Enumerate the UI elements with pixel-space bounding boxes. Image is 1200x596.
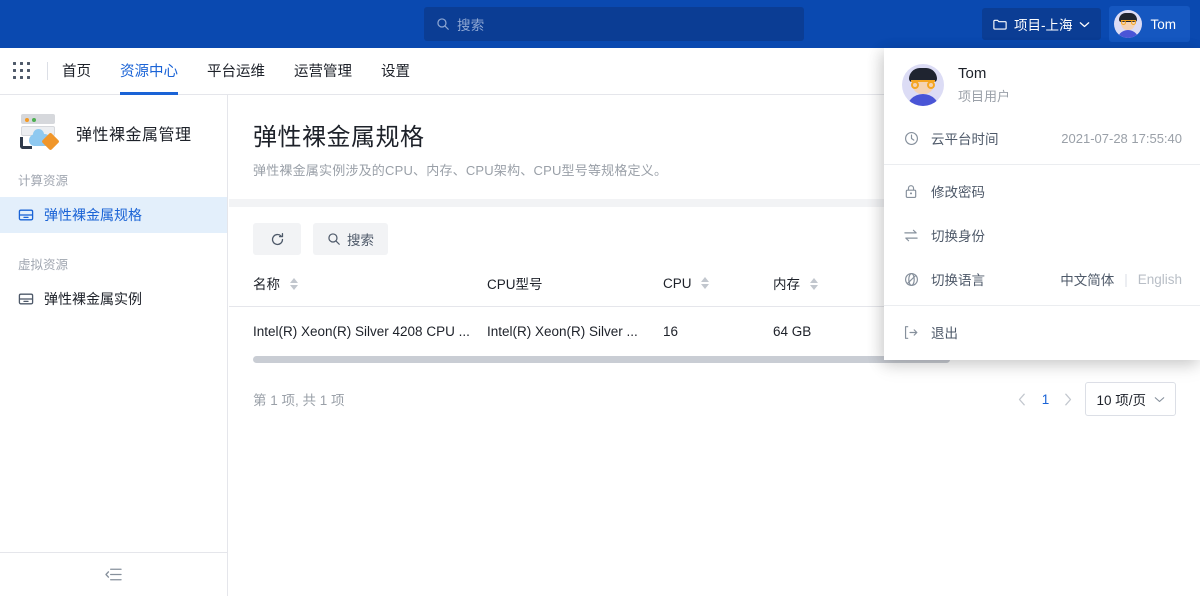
globe-icon bbox=[902, 272, 920, 287]
user-dropdown-menu: Tom 项目用户 云平台时间 2021-07-28 17:55:40 bbox=[884, 48, 1200, 360]
language-option-en[interactable]: English bbox=[1138, 272, 1182, 287]
user-menu-trigger[interactable]: Tom bbox=[1109, 6, 1190, 42]
folder-icon bbox=[993, 18, 1007, 31]
lock-icon bbox=[902, 184, 920, 199]
cell-name-link[interactable]: Intel(R) Xeon(R) Silver 4208 CPU ... bbox=[229, 307, 487, 357]
search-icon bbox=[436, 17, 450, 31]
project-selector[interactable]: 项目-上海 bbox=[982, 8, 1102, 40]
search-icon bbox=[327, 232, 341, 246]
server-cloud-icon bbox=[18, 113, 64, 153]
global-search-box[interactable]: 搜索 bbox=[424, 7, 804, 41]
menu-item-label: 退出 bbox=[931, 322, 1182, 342]
sidebar-item-bare-metal-instance[interactable]: 弹性裸金属实例 bbox=[0, 281, 227, 317]
cell-cpu: 16 bbox=[663, 307, 773, 357]
logout-icon bbox=[902, 325, 920, 340]
menu-item-switch-language[interactable]: 切换语言 中文简体 | English bbox=[884, 257, 1200, 301]
switch-icon bbox=[902, 228, 920, 243]
server-icon bbox=[18, 291, 34, 307]
column-label: 内存 bbox=[773, 277, 800, 292]
sidebar: 弹性裸金属管理 计算资源 弹性裸金属规格 虚拟资源 弹性裸金属实例 bbox=[0, 95, 228, 596]
sidebar-item-bare-metal-spec[interactable]: 弹性裸金属规格 bbox=[0, 197, 227, 233]
column-header-cpu[interactable]: CPU bbox=[663, 273, 773, 307]
refresh-icon bbox=[270, 232, 285, 247]
avatar bbox=[902, 64, 944, 106]
table-search-label: 搜索 bbox=[347, 229, 374, 249]
language-divider: | bbox=[1124, 272, 1128, 287]
column-label: CPU型号 bbox=[487, 277, 543, 292]
chevron-down-icon bbox=[1154, 396, 1165, 403]
chevron-right-icon[interactable] bbox=[1064, 393, 1072, 406]
server-icon bbox=[18, 207, 34, 223]
pagination-total: 第 1 项, 共 1 项 bbox=[253, 389, 345, 409]
user-profile-block: Tom 项目用户 bbox=[884, 48, 1200, 116]
menu-divider bbox=[884, 305, 1200, 306]
sidebar-group-compute-label: 计算资源 bbox=[0, 169, 227, 193]
cell-memory: 64 GB bbox=[773, 307, 898, 357]
sidebar-brand: 弹性裸金属管理 bbox=[0, 95, 227, 149]
sidebar-item-label: 弹性裸金属规格 bbox=[44, 205, 142, 225]
clock-icon bbox=[902, 131, 920, 146]
nav-item-platform-ops[interactable]: 平台运维 bbox=[207, 47, 265, 95]
chevron-down-icon bbox=[1079, 21, 1090, 28]
scrollbar-thumb[interactable] bbox=[253, 356, 950, 363]
sidebar-footer bbox=[0, 552, 227, 596]
platform-time-value: 2021-07-28 17:55:40 bbox=[1061, 131, 1182, 146]
grid-apps-icon[interactable] bbox=[13, 62, 31, 80]
sidebar-brand-title: 弹性裸金属管理 bbox=[76, 121, 192, 145]
avatar bbox=[1114, 10, 1142, 38]
header-right-group: 项目-上海 Tom bbox=[982, 6, 1190, 42]
page-size-select[interactable]: 10 项/页 bbox=[1085, 382, 1176, 416]
pagination-controls: 1 10 项/页 bbox=[1018, 382, 1176, 416]
nav-item-operations[interactable]: 运营管理 bbox=[294, 47, 352, 95]
nav-item-resource-center[interactable]: 资源中心 bbox=[120, 47, 178, 95]
user-profile-name: Tom bbox=[958, 65, 1010, 82]
user-profile-role: 项目用户 bbox=[958, 86, 1010, 105]
sort-toggle-memory[interactable] bbox=[810, 278, 818, 290]
column-header-name[interactable]: 名称 bbox=[229, 273, 487, 307]
language-options: 中文简体 | English bbox=[1060, 269, 1182, 289]
menu-item-label: 切换语言 bbox=[931, 269, 1060, 289]
table-search-button[interactable]: 搜索 bbox=[313, 223, 388, 255]
project-label: 项目-上海 bbox=[1014, 14, 1073, 34]
language-option-zh[interactable]: 中文简体 bbox=[1060, 269, 1114, 289]
nav-divider bbox=[47, 62, 48, 80]
sidebar-group-virtual-label: 虚拟资源 bbox=[0, 253, 227, 277]
menu-item-logout[interactable]: 退出 bbox=[884, 310, 1200, 354]
nav-item-home[interactable]: 首页 bbox=[62, 47, 91, 95]
platform-time-label: 云平台时间 bbox=[931, 128, 1061, 148]
page-number-1[interactable]: 1 bbox=[1039, 392, 1051, 407]
refresh-button[interactable] bbox=[253, 223, 301, 255]
menu-item-switch-identity[interactable]: 切换身份 bbox=[884, 213, 1200, 257]
column-label: CPU bbox=[663, 276, 692, 291]
platform-time-row: 云平台时间 2021-07-28 17:55:40 bbox=[884, 116, 1200, 160]
menu-item-label: 切换身份 bbox=[931, 225, 1182, 245]
sidebar-item-label: 弹性裸金属实例 bbox=[44, 289, 142, 309]
nav-item-settings[interactable]: 设置 bbox=[381, 47, 410, 95]
menu-divider bbox=[884, 164, 1200, 165]
sort-toggle-name[interactable] bbox=[290, 278, 298, 290]
global-search-placeholder: 搜索 bbox=[457, 14, 485, 34]
column-header-cpu-model[interactable]: CPU型号 bbox=[487, 273, 663, 307]
user-name-label: Tom bbox=[1150, 17, 1176, 32]
menu-item-label: 修改密码 bbox=[931, 181, 1182, 201]
application-window: 搜索 项目-上海 Tom bbox=[0, 0, 1200, 596]
sort-toggle-cpu[interactable] bbox=[701, 277, 709, 289]
page-size-label: 10 项/页 bbox=[1096, 389, 1146, 409]
chevron-left-icon[interactable] bbox=[1018, 393, 1026, 406]
menu-item-change-password[interactable]: 修改密码 bbox=[884, 169, 1200, 213]
top-header-bar: 搜索 项目-上海 Tom bbox=[0, 0, 1200, 48]
column-header-memory[interactable]: 内存 bbox=[773, 273, 898, 307]
column-label: 名称 bbox=[253, 277, 280, 292]
cell-cpu-model: Intel(R) Xeon(R) Silver ... bbox=[487, 307, 663, 357]
pagination: 第 1 项, 共 1 项 1 10 项/页 bbox=[229, 364, 1200, 416]
menu-collapse-icon[interactable] bbox=[105, 567, 122, 582]
